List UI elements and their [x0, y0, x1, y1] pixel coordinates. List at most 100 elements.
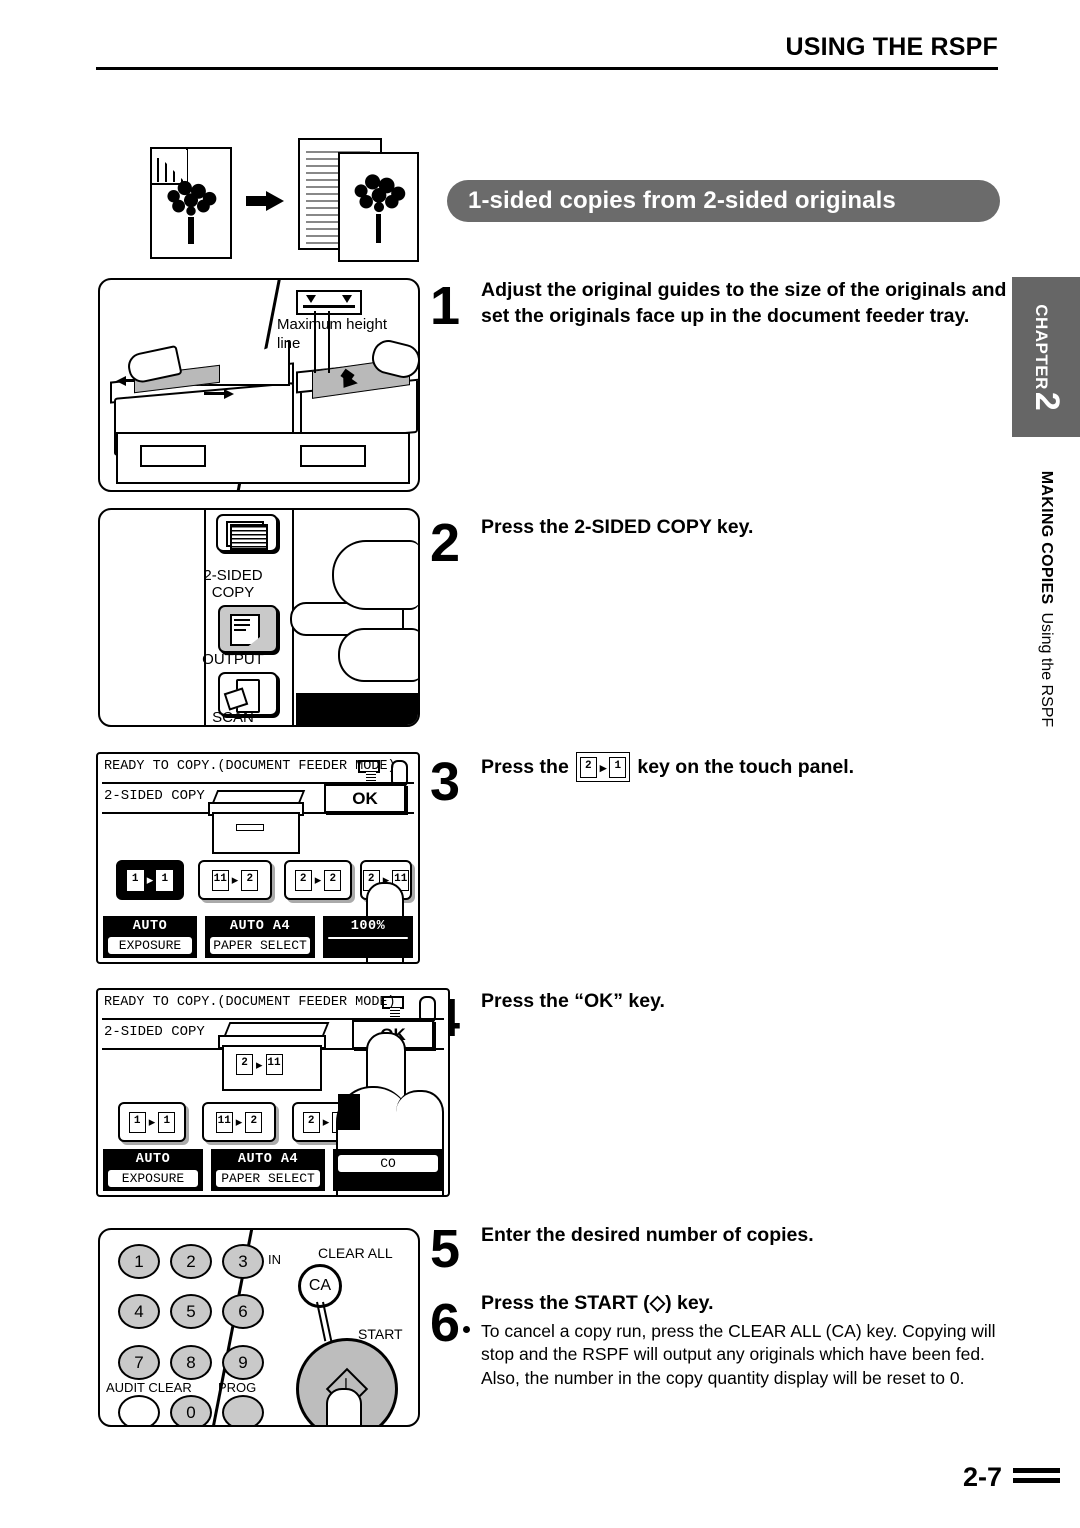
step-3-text: Press the 2 ▸ 1 key on the touch panel.	[481, 752, 1021, 783]
panel-shadow-block	[338, 1094, 360, 1130]
step-6-number: 6	[430, 1293, 461, 1353]
start-label: START	[358, 1326, 403, 1342]
touch-panel-mode-label: 2-SIDED COPY	[104, 1024, 205, 1040]
touch-panel-step3[interactable]: READY TO COPY.(DOCUMENT FEEDER MODE) 2-S…	[96, 752, 420, 964]
program-label: PROG	[218, 1380, 257, 1395]
exposure-mode-value: AUTO	[135, 1152, 171, 1167]
mini-doc-from: 1	[128, 1111, 146, 1133]
mode-button-1to1[interactable]: 1 ▸ 1	[118, 1102, 186, 1142]
mini-doc-from: 1	[126, 869, 144, 891]
panel-shadow-strip	[296, 693, 418, 725]
exposure-label: EXPOSURE	[107, 936, 193, 955]
step-3-text-after: key on the touch panel.	[637, 756, 855, 778]
copy-ratio-label: CO	[337, 1154, 439, 1173]
operation-panel-illustration: 2-SIDED COPY OUTPUT SCAN	[98, 508, 420, 727]
hand-illustration	[332, 540, 418, 610]
copier-graphic	[206, 790, 306, 854]
two-sided-copy-key[interactable]	[218, 605, 278, 653]
mini-doc-to: 2	[241, 869, 259, 891]
mode-button-2to2[interactable]: 2▸2	[284, 860, 352, 900]
hand-illustration	[338, 628, 418, 682]
section-title-text: 1-sided copies from 2-sided originals	[468, 187, 896, 214]
exposure-button[interactable]: AUTO EXPOSURE	[103, 1149, 203, 1191]
mode-button-11to2[interactable]: 11 ▸ 2	[202, 1102, 276, 1142]
step-6-text-after: ) key.	[665, 1292, 714, 1314]
paper-select-button[interactable]: AUTO A4 PAPER SELECT	[211, 1149, 325, 1191]
exposure-label: EXPOSURE	[107, 1169, 199, 1188]
mini-doc-from: 2	[236, 1054, 253, 1075]
copy-ratio-label	[327, 936, 409, 940]
mini-doc-to: 2	[324, 869, 342, 891]
clear-all-key[interactable]: CA	[298, 1264, 342, 1308]
numeric-key-6[interactable]: 6	[222, 1294, 264, 1329]
mini-doc-from: 2	[294, 869, 312, 891]
mode-button-11to2[interactable]: 11 ▸ 2	[198, 860, 272, 900]
mini-doc-to: 1	[156, 869, 174, 891]
mini-doc-to: 1	[158, 1111, 176, 1133]
output-key-label: OUTPUT	[202, 651, 264, 668]
scan-key-label: SCAN	[212, 709, 254, 726]
page-number: 2-7	[962, 1462, 1002, 1492]
section-title-banner: 1-sided copies from 2-sided originals	[447, 180, 1000, 222]
clear-all-label: CLEAR ALL	[318, 1245, 393, 1261]
step-3-number: 3	[430, 752, 461, 812]
paper-select-value: AUTO A4	[229, 919, 291, 934]
step-4-text: Press the “OK” key.	[481, 990, 665, 1012]
step-1-number: 1	[430, 276, 461, 336]
audit-clear-key[interactable]	[118, 1395, 160, 1425]
mini-doc-to: 1	[609, 757, 627, 779]
numeric-key-8[interactable]: 8	[170, 1345, 212, 1380]
numeric-key-2[interactable]: 2	[170, 1244, 212, 1279]
paper-select-button[interactable]: AUTO A4 PAPER SELECT	[205, 916, 315, 958]
chapter-caption-main: MAKING COPIES	[1038, 470, 1056, 605]
touch-panel-mode-label: 2-SIDED COPY	[104, 788, 205, 804]
chapter-caption: MAKING COPIES Using the RSPF	[1012, 450, 1080, 780]
numeric-key-5[interactable]: 5	[170, 1294, 212, 1329]
numeric-key-7[interactable]: 7	[118, 1345, 160, 1380]
mode-button-1to1[interactable]: 1 ▸ 1	[116, 860, 184, 900]
numeric-key-4[interactable]: 4	[118, 1294, 160, 1329]
ok-button[interactable]: OK	[324, 784, 406, 813]
numeric-key-3[interactable]: 3	[222, 1244, 264, 1279]
feeder-tray-illustration: Maximum height line	[98, 278, 420, 492]
two-sided-copy-key-label: 2-SIDED COPY	[203, 567, 263, 601]
numeric-key-0[interactable]: 0	[170, 1395, 212, 1425]
original-size-key[interactable]	[216, 514, 278, 552]
paper-select-label: PAPER SELECT	[215, 1169, 321, 1188]
mini-doc-to: 2	[245, 1111, 263, 1133]
bullet-icon	[463, 1326, 470, 1333]
step-6-text: Press the START (◇) key.	[481, 1290, 1006, 1317]
copy-ratio-button[interactable]: CO	[333, 1149, 443, 1191]
copy-ratio-value	[333, 1149, 443, 1152]
exposure-button[interactable]: AUTO EXPOSURE	[103, 916, 197, 958]
keypad-illustration: 1 2 3 4 5 6 7 8 9 0 IN AUDIT CLEAR PROG …	[98, 1228, 420, 1427]
mini-doc-from: 11	[215, 1111, 233, 1133]
audit-clear-label: AUDIT CLEAR	[106, 1380, 192, 1395]
chapter-caption-sub: Using the RSPF	[1038, 612, 1056, 728]
mini-doc-from: 2	[302, 1111, 320, 1133]
copy-ratio-button[interactable]: 100%	[323, 916, 413, 958]
step-5-text: Enter the desired number of copies.	[481, 1224, 814, 1246]
mini-doc-from: 2	[579, 757, 597, 779]
paper-select-value: AUTO A4	[237, 1152, 299, 1167]
step-3-text-before: Press the	[481, 756, 569, 778]
originals-to-copies-illustration	[150, 133, 419, 262]
numeric-key-9[interactable]: 9	[222, 1345, 264, 1380]
interrupt-label: IN	[268, 1252, 281, 1267]
step-5-number: 5	[430, 1219, 461, 1279]
program-key[interactable]	[222, 1395, 264, 1425]
start-symbol-icon: ◇	[649, 1292, 666, 1314]
numeric-key-1[interactable]: 1	[118, 1244, 160, 1279]
touch-panel-footer: AUTO EXPOSURE AUTO A4 PAPER SELECT CO	[103, 1149, 443, 1191]
copy-ratio-value: 100%	[350, 919, 386, 934]
paper-select-label: PAPER SELECT	[209, 936, 311, 955]
transform-arrow-icon	[246, 191, 284, 211]
copy-page-tree	[338, 152, 419, 262]
maximum-height-line-label: Maximum height line	[277, 316, 388, 352]
touch-panel-step4[interactable]: READY TO COPY.(DOCUMENT FEEDER MODE) 2-S…	[96, 988, 450, 1197]
mini-doc-from: 11	[211, 869, 229, 891]
chapter-word: CHAPTER	[1031, 303, 1051, 390]
tree-graphic	[346, 172, 411, 244]
step-2-text: Press the 2-SIDED COPY key.	[481, 516, 754, 538]
touch-panel-footer: AUTO EXPOSURE AUTO A4 PAPER SELECT 100%	[103, 916, 413, 958]
